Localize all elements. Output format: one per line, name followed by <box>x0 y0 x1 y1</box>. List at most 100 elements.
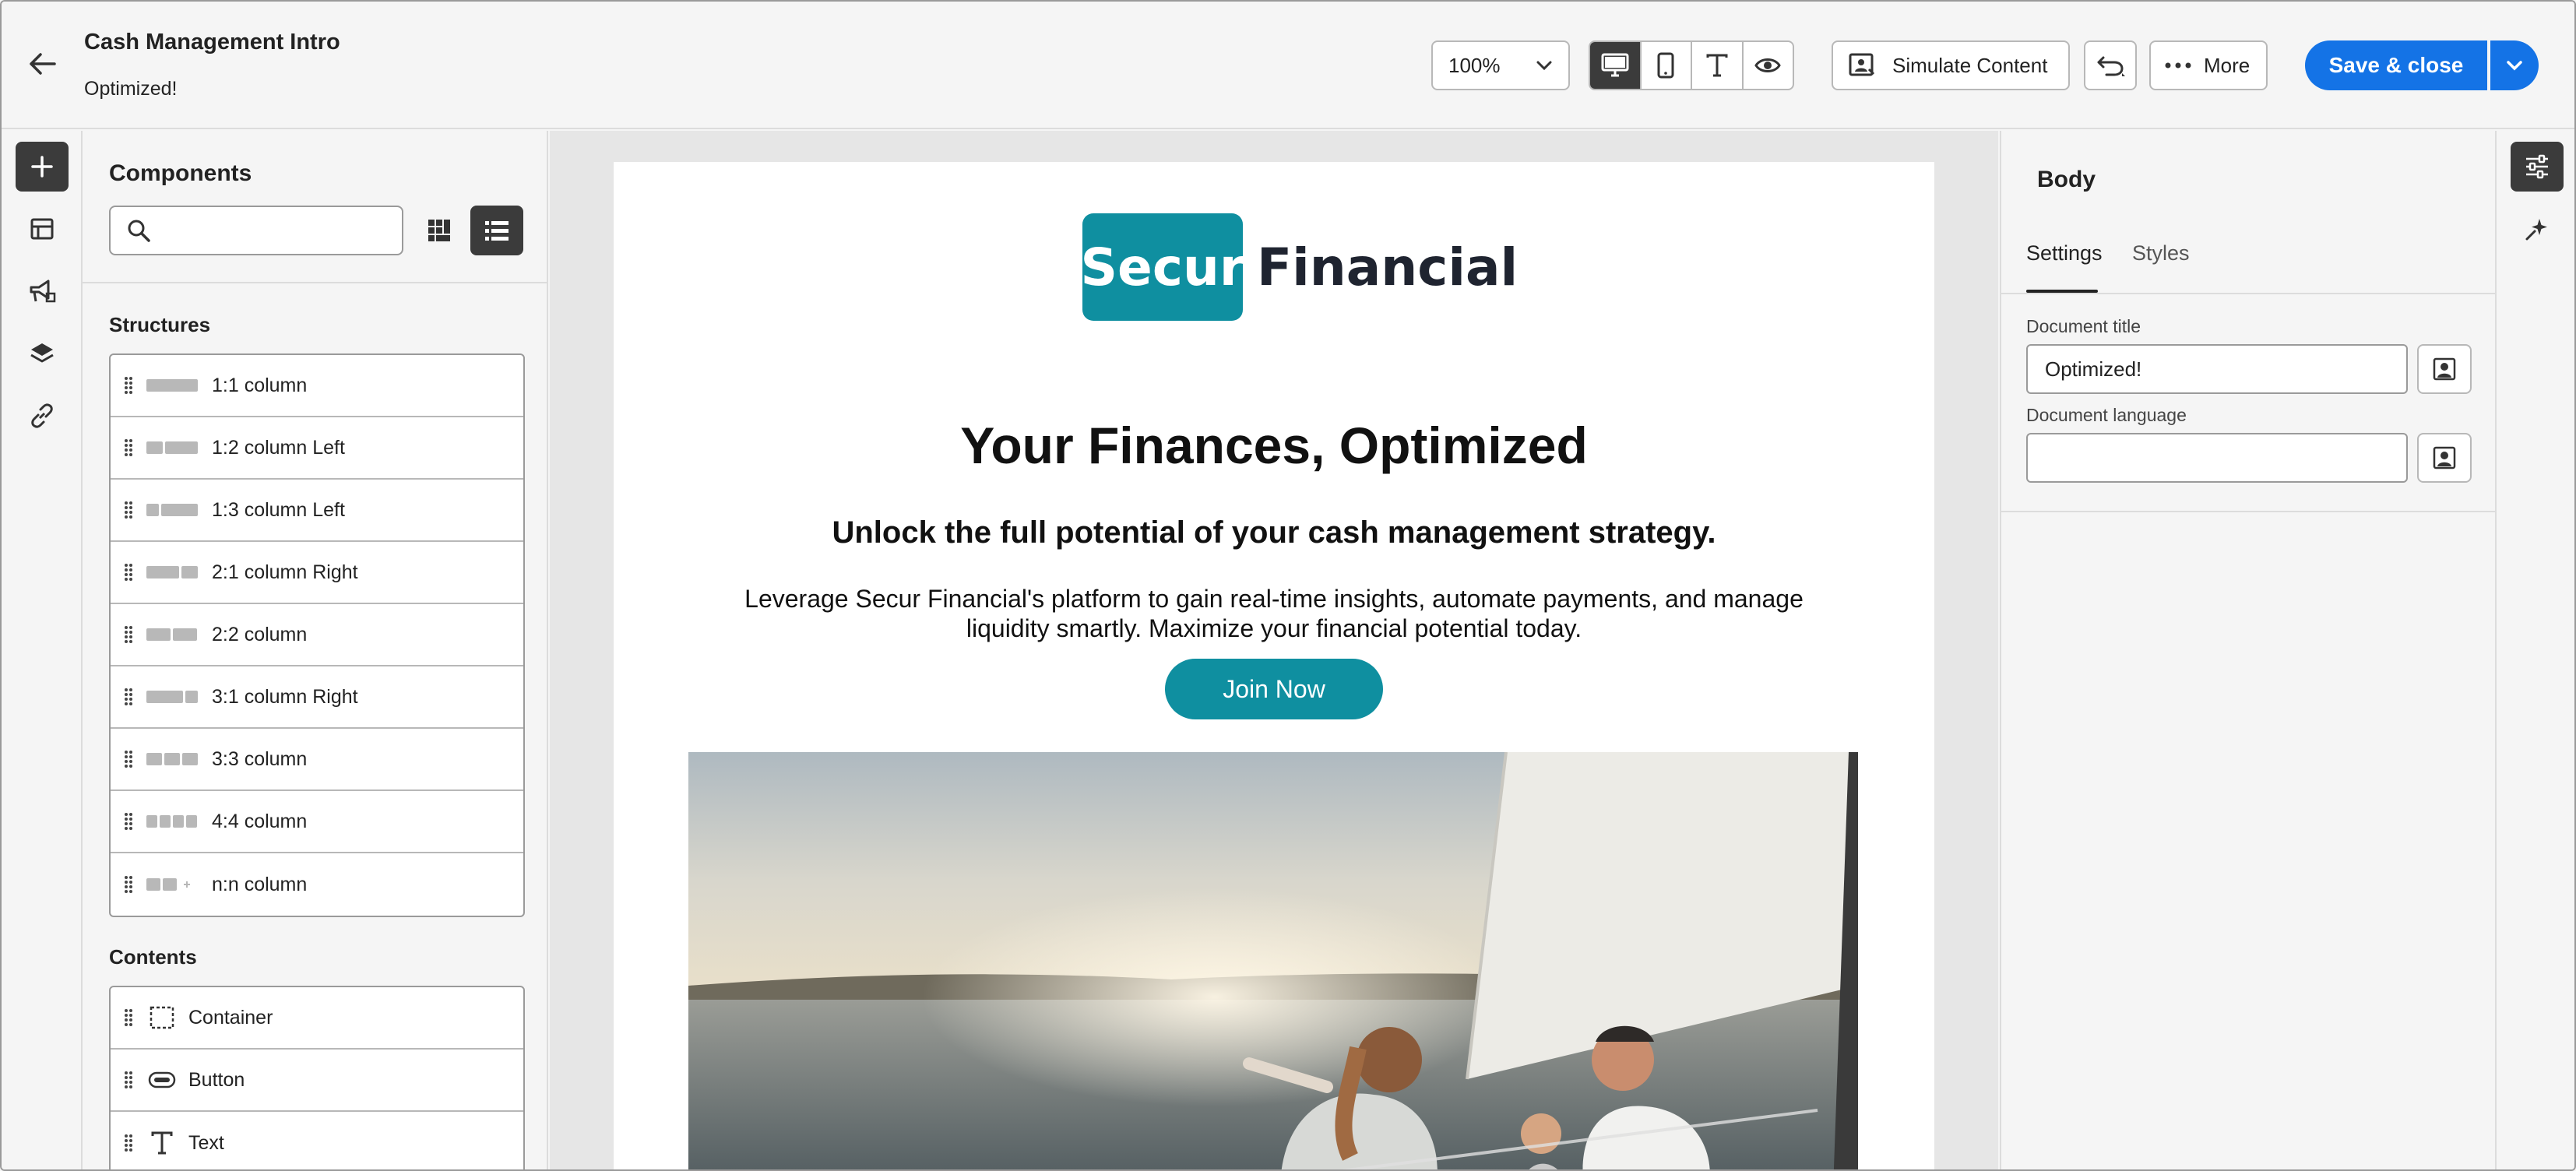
structure-item[interactable]: 2:1 column Right <box>111 542 523 604</box>
doc-title-personalize-button[interactable] <box>2417 344 2472 394</box>
structure-item[interactable]: n:n column <box>111 853 523 916</box>
structure-item[interactable]: 3:1 column Right <box>111 666 523 729</box>
layout-1-2-icon <box>146 441 198 454</box>
structure-item[interactable]: 1:3 column Left <box>111 480 523 542</box>
more-button[interactable]: More <box>2149 40 2268 90</box>
structure-label: 1:2 column Left <box>212 436 345 459</box>
grid-icon <box>428 220 450 241</box>
layers-button[interactable] <box>16 329 69 378</box>
doc-title-field[interactable]: Optimized! <box>2026 344 2408 394</box>
layout-n-n-icon <box>146 878 198 891</box>
drag-handle-icon <box>111 376 146 395</box>
email-subheadline: Unlock the full potential of your cash m… <box>832 515 1716 550</box>
drag-handle-icon <box>111 1134 146 1152</box>
layers-icon <box>30 343 54 363</box>
save-options-button[interactable] <box>2490 40 2539 90</box>
structures-list: 1:1 column 1:2 column Left 1:3 column Le… <box>109 353 525 917</box>
tab-styles[interactable]: Styles <box>2132 241 2190 265</box>
text-view-button[interactable] <box>1692 42 1744 89</box>
list-icon <box>485 221 509 241</box>
drag-handle-icon <box>111 438 146 457</box>
ai-assistant-button[interactable] <box>2511 204 2564 254</box>
links-button[interactable] <box>16 391 69 441</box>
eye-icon <box>1754 58 1782 72</box>
personalization-icon <box>2433 357 2456 381</box>
megaphone-icon <box>30 280 56 303</box>
structure-item[interactable]: 2:2 column <box>111 604 523 666</box>
doc-language-personalize-button[interactable] <box>2417 433 2472 483</box>
structure-label: 1:3 column Left <box>212 498 345 521</box>
save-close-button[interactable]: Save & close <box>2305 40 2487 90</box>
structure-item[interactable]: 1:1 column <box>111 355 523 417</box>
device-toggle <box>1589 40 1794 90</box>
panel-divider <box>2001 293 2497 294</box>
properties-title: Body <box>2037 167 2096 192</box>
assets-button[interactable] <box>16 266 69 316</box>
sliders-icon <box>2526 154 2548 179</box>
structure-label: n:n column <box>212 873 308 895</box>
layout-3-1-icon <box>146 691 198 703</box>
fragments-button[interactable] <box>16 204 69 254</box>
chevron-down-icon <box>2507 61 2522 71</box>
tab-settings[interactable]: Settings <box>2026 241 2103 265</box>
list-view-button[interactable] <box>470 206 523 255</box>
drag-handle-icon <box>111 625 146 644</box>
content-item-button[interactable]: Button <box>111 1050 523 1112</box>
properties-button[interactable] <box>2511 142 2564 192</box>
drag-handle-icon <box>111 875 146 894</box>
logo-mark: Secur <box>1081 213 1244 321</box>
email-canvas: Secur Financial Your Finances, Optimized… <box>550 131 1998 1169</box>
structures-label: Structures <box>109 313 211 336</box>
logo-wordmark: Financial <box>1257 237 1519 297</box>
zoom-value: 100% <box>1448 53 1501 77</box>
simulate-label: Simulate Content <box>1892 53 2048 77</box>
email-body[interactable]: Secur Financial Your Finances, Optimized… <box>614 162 1934 1169</box>
hero-image <box>688 752 1858 1169</box>
panel-divider <box>2001 511 2497 512</box>
drag-handle-icon <box>111 812 146 831</box>
search-input[interactable] <box>162 220 396 241</box>
link-icon <box>31 403 53 428</box>
content-item-text[interactable]: Text <box>111 1112 523 1169</box>
component-search[interactable] <box>109 206 403 255</box>
components-panel: Components Structures 1:1 column 1:2 col… <box>83 131 548 1169</box>
zoom-select[interactable]: 100% <box>1431 40 1570 90</box>
plus-icon <box>31 156 53 178</box>
more-label: More <box>2204 53 2250 77</box>
structure-label: 4:4 column <box>212 810 308 832</box>
text-icon <box>1706 54 1728 77</box>
desktop-view-button[interactable] <box>1590 42 1642 89</box>
contents-label: Contents <box>109 945 197 969</box>
mobile-view-button[interactable] <box>1642 42 1692 89</box>
search-icon <box>128 220 150 242</box>
preview-button[interactable] <box>1744 42 1793 89</box>
more-icon <box>2165 62 2191 69</box>
structure-label: 3:1 column Right <box>212 685 358 708</box>
back-arrow-icon[interactable] <box>22 47 62 81</box>
mobile-icon <box>1657 52 1674 79</box>
structure-item[interactable]: 1:2 column Left <box>111 417 523 480</box>
undo-button[interactable] <box>2084 40 2137 90</box>
structure-label: 2:1 column Right <box>212 561 358 583</box>
layout-3-3-icon <box>146 753 198 765</box>
email-body-text: Leverage Secur Financial's platform to g… <box>744 585 1804 642</box>
doc-language-field[interactable] <box>2026 433 2408 483</box>
content-label: Button <box>188 1068 245 1091</box>
structure-item[interactable]: 3:3 column <box>111 729 523 791</box>
content-item-container[interactable]: Container <box>111 987 523 1050</box>
properties-panel: Body Settings Styles Document title Opti… <box>2000 131 2497 1169</box>
app-window: Cash Management Intro Optimized! 100% Si… <box>0 0 2576 1171</box>
simulate-content-button[interactable]: Simulate Content <box>1832 40 2070 90</box>
join-now-button[interactable]: Join Now <box>1165 659 1383 719</box>
structure-label: 2:2 column <box>212 623 308 645</box>
layout-1-3-icon <box>146 504 198 516</box>
drag-handle-icon <box>111 1071 146 1089</box>
drag-handle-icon <box>111 1008 146 1027</box>
layout-4-4-icon <box>146 815 198 828</box>
grid-view-button[interactable] <box>417 207 461 254</box>
drag-handle-icon <box>111 687 146 706</box>
content-label: Text <box>188 1131 224 1154</box>
page-subtitle: Optimized! <box>84 78 178 100</box>
structure-item[interactable]: 4:4 column <box>111 791 523 853</box>
add-components-button[interactable] <box>16 142 69 192</box>
